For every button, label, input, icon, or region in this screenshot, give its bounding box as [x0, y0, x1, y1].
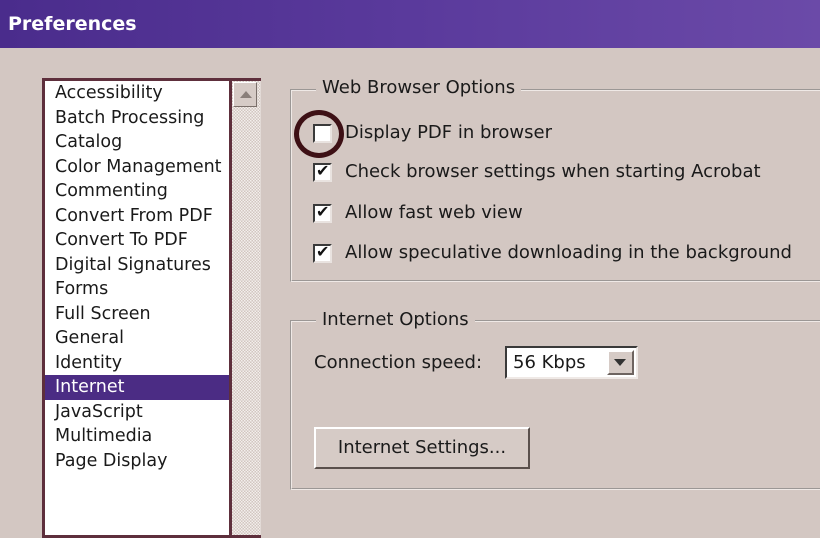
- check-browser-settings-label: Check browser settings when starting Acr…: [345, 161, 761, 182]
- display-pdf-in-browser-label: Display PDF in browser: [345, 122, 553, 143]
- internet-options-legend: Internet Options: [316, 309, 475, 330]
- check-browser-settings-checkbox[interactable]: ✔: [313, 161, 332, 182]
- check-mark-icon: ✔: [316, 161, 330, 180]
- highlight-circle: [294, 110, 344, 158]
- list-item-color-management[interactable]: Color Management: [45, 155, 235, 180]
- list-item-accessibility[interactable]: Accessibility: [45, 81, 235, 106]
- allow-fast-web-view-checkbox[interactable]: ✔: [313, 202, 332, 223]
- list-item-digital-signatures[interactable]: Digital Signatures: [45, 253, 235, 278]
- list-item-page-display[interactable]: Page Display: [45, 449, 235, 474]
- list-item-identity[interactable]: Identity: [45, 351, 235, 376]
- allow-fast-web-view-label: Allow fast web view: [345, 202, 523, 223]
- list-item-convert-to-pdf[interactable]: Convert To PDF: [45, 228, 235, 253]
- check-mark-icon: ✔: [316, 202, 330, 221]
- connection-speed-label: Connection speed:: [314, 352, 483, 373]
- internet-settings-button[interactable]: Internet Settings...: [314, 427, 530, 469]
- web-browser-options-legend: Web Browser Options: [316, 77, 522, 98]
- list-item-multimedia[interactable]: Multimedia: [45, 424, 235, 449]
- check-mark-icon: ✔: [316, 242, 330, 261]
- list-item-internet[interactable]: Internet: [45, 375, 235, 400]
- list-item-batch-processing[interactable]: Batch Processing: [45, 106, 235, 131]
- list-item-javascript[interactable]: JavaScript: [45, 400, 235, 425]
- connection-speed-value: 56 Kbps: [513, 352, 586, 373]
- title-bar: Preferences: [0, 0, 820, 48]
- category-list[interactable]: Accessibility Batch Processing Catalog C…: [42, 78, 261, 538]
- chevron-down-icon[interactable]: [607, 350, 634, 375]
- allow-speculative-downloading-label: Allow speculative downloading in the bac…: [345, 242, 792, 263]
- scroll-up-arrow-icon[interactable]: [233, 82, 257, 107]
- list-item-general[interactable]: General: [45, 326, 235, 351]
- list-item-commenting[interactable]: Commenting: [45, 179, 235, 204]
- allow-speculative-downloading-checkbox[interactable]: ✔: [313, 242, 332, 263]
- list-scrollbar[interactable]: [229, 81, 261, 535]
- list-item-catalog[interactable]: Catalog: [45, 130, 235, 155]
- connection-speed-select[interactable]: 56 Kbps: [505, 346, 638, 379]
- list-item-convert-from-pdf[interactable]: Convert From PDF: [45, 204, 235, 229]
- list-item-full-screen[interactable]: Full Screen: [45, 302, 235, 327]
- list-item-forms[interactable]: Forms: [45, 277, 235, 302]
- window-title: Preferences: [8, 13, 137, 35]
